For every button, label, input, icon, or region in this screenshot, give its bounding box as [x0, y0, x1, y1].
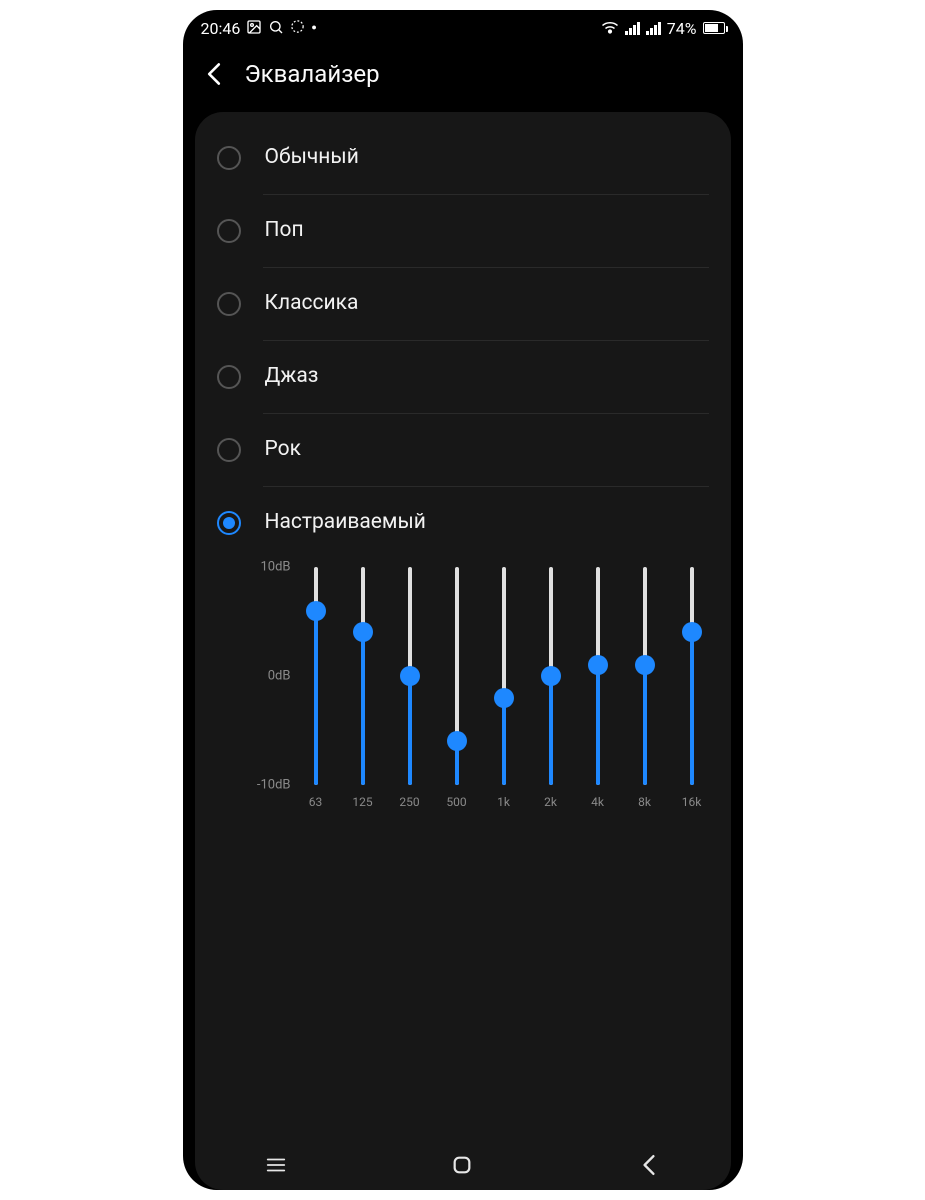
slider-track	[444, 567, 470, 785]
signal2-icon	[646, 21, 661, 35]
nav-home-button[interactable]	[422, 1147, 502, 1183]
preset-label-col: Классика	[265, 291, 709, 316]
freq-label: 500	[446, 795, 466, 809]
y-tick: 0dB	[268, 669, 291, 684]
y-axis: 10dB0dB-10dB	[255, 567, 297, 817]
slider-thumb[interactable]	[635, 655, 655, 675]
slider-track	[397, 567, 423, 785]
preset-option[interactable]: Джаз	[217, 341, 709, 413]
slider-track	[303, 567, 329, 785]
eq-slider[interactable]: 8k	[632, 567, 658, 817]
battery-icon	[703, 22, 725, 34]
freq-label: 250	[399, 795, 419, 809]
slider-track	[491, 567, 517, 785]
status-right: 74%	[601, 19, 725, 38]
preset-label-col: Джаз	[265, 364, 709, 389]
wifi-icon	[601, 20, 619, 37]
eq-slider[interactable]: 125	[350, 567, 376, 817]
slider-thumb[interactable]	[541, 666, 561, 686]
freq-label: 125	[352, 795, 372, 809]
status-left: 20:46 ●	[201, 19, 317, 38]
radio-icon	[217, 146, 241, 170]
nav-recents-button[interactable]	[236, 1147, 316, 1183]
track-fill	[549, 676, 553, 785]
preset-label: Обычный	[265, 145, 709, 170]
phone-frame: 20:46 ● 74%	[183, 10, 743, 1190]
slider-thumb[interactable]	[447, 731, 467, 751]
preset-label-col: Рок	[265, 437, 709, 462]
y-tick: -10dB	[257, 778, 291, 793]
track-fill	[314, 611, 318, 785]
slider-track	[679, 567, 705, 785]
slider-track	[585, 567, 611, 785]
back-button[interactable]	[201, 61, 227, 87]
nav-bar	[183, 1140, 743, 1190]
slider-thumb[interactable]	[494, 688, 514, 708]
preset-label: Настраиваемый	[265, 510, 709, 535]
preset-option[interactable]: Поп	[217, 195, 709, 267]
slider-track	[538, 567, 564, 785]
preset-option[interactable]: Обычный	[217, 122, 709, 194]
eq-slider[interactable]: 63	[303, 567, 329, 817]
eq-slider[interactable]: 1k	[491, 567, 517, 817]
radio-icon	[217, 438, 241, 462]
track-fill	[361, 632, 365, 785]
image-icon	[246, 19, 262, 38]
nav-back-button[interactable]	[609, 1147, 689, 1183]
eq-slider[interactable]: 4k	[585, 567, 611, 817]
dot-icon: ●	[311, 24, 316, 33]
radio-icon	[217, 365, 241, 389]
preset-label: Поп	[265, 218, 709, 243]
slider-track	[350, 567, 376, 785]
slider-track	[632, 567, 658, 785]
y-tick: 10dB	[260, 560, 290, 575]
freq-label: 1k	[497, 795, 510, 809]
eq-slider[interactable]: 16k	[679, 567, 705, 817]
freq-label: 4k	[591, 795, 604, 809]
slider-thumb[interactable]	[306, 601, 326, 621]
settings-card: Обычный Поп Классика Джаз Рок Настраиваемый 1…	[195, 112, 731, 1190]
preset-label: Джаз	[265, 364, 709, 389]
preset-option[interactable]: Рок	[217, 414, 709, 486]
eq-sliders: 63 125 250 500 1k 2k 4k 8k 16k	[297, 567, 711, 817]
preset-option[interactable]: Классика	[217, 268, 709, 340]
track-fill	[502, 698, 506, 785]
track-fill	[596, 665, 600, 785]
slider-thumb[interactable]	[353, 622, 373, 642]
search-icon	[268, 19, 284, 38]
signal1-icon	[625, 21, 640, 35]
eq-slider[interactable]: 2k	[538, 567, 564, 817]
preset-label-col: Настраиваемый	[265, 510, 709, 535]
slider-thumb[interactable]	[400, 666, 420, 686]
preset-list: Обычный Поп Классика Джаз Рок Настраиваемый	[195, 122, 731, 559]
radio-icon	[217, 511, 241, 535]
eq-slider[interactable]: 500	[444, 567, 470, 817]
preset-label-col: Обычный	[265, 145, 709, 170]
track-fill	[643, 665, 647, 785]
eq-slider[interactable]: 250	[397, 567, 423, 817]
page-title: Эквалайзер	[245, 60, 380, 88]
battery-fill	[705, 24, 718, 32]
freq-label: 63	[309, 795, 323, 809]
freq-label: 8k	[638, 795, 651, 809]
preset-label: Классика	[265, 291, 709, 316]
track-fill	[408, 676, 412, 785]
preset-option[interactable]: Настраиваемый	[217, 487, 709, 559]
loading-icon	[290, 19, 305, 37]
header: Эквалайзер	[183, 46, 743, 112]
slider-thumb[interactable]	[682, 622, 702, 642]
status-bar: 20:46 ● 74%	[183, 10, 743, 46]
status-time: 20:46	[201, 19, 241, 38]
track-fill	[690, 632, 694, 785]
radio-icon	[217, 292, 241, 316]
preset-label-col: Поп	[265, 218, 709, 243]
freq-label: 2k	[544, 795, 557, 809]
battery-percent: 74%	[667, 19, 697, 38]
freq-label: 16k	[682, 795, 702, 809]
preset-label: Рок	[265, 437, 709, 462]
slider-thumb[interactable]	[588, 655, 608, 675]
radio-icon	[217, 219, 241, 243]
equalizer-chart: 10dB0dB-10dB 631252505001k2k4k8k16k	[255, 567, 711, 817]
